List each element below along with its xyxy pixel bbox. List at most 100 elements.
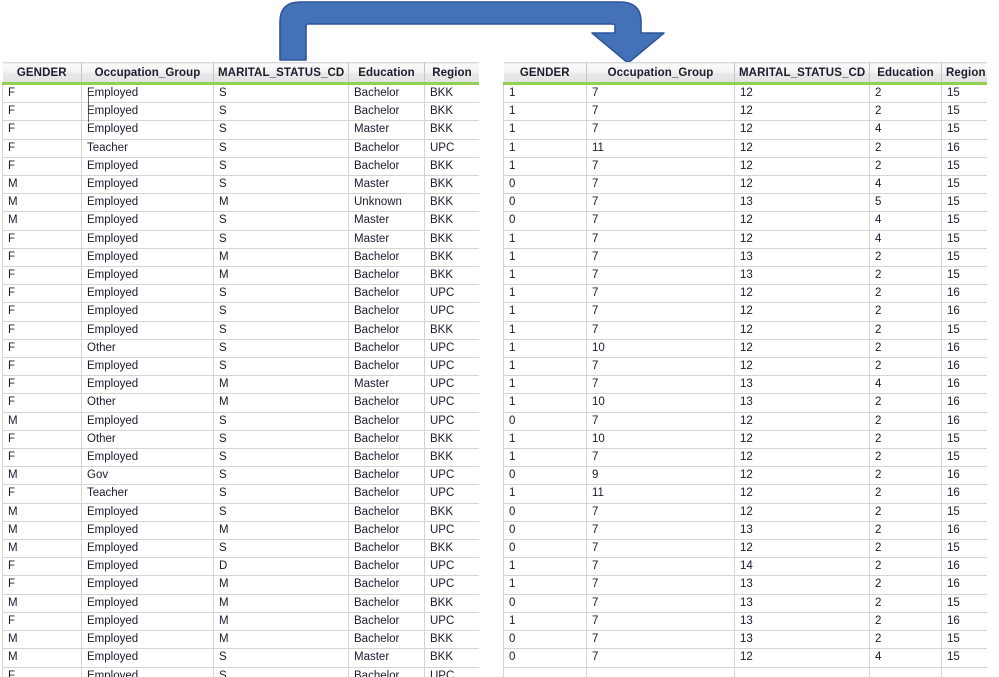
- table-cell[interactable]: Teacher: [81, 484, 214, 504]
- categorical-values-table-container[interactable]: GENDER Occupation_Group MARITAL_STATUS_C…: [2, 62, 479, 677]
- table-cell[interactable]: M: [2, 466, 82, 486]
- table-cell[interactable]: 7: [586, 594, 735, 613]
- table-row[interactable]: 1 7 12 2 15: [503, 157, 987, 177]
- table-cell[interactable]: 1: [503, 448, 587, 468]
- table-cell[interactable]: 7: [586, 157, 735, 177]
- table-row[interactable]: F Other M Bachelor UPC: [2, 393, 479, 413]
- table-cell[interactable]: 2: [869, 521, 942, 541]
- table-cell[interactable]: F: [2, 357, 82, 377]
- table-cell[interactable]: 7: [586, 503, 735, 522]
- table-cell[interactable]: Employed: [81, 302, 214, 322]
- table-cell[interactable]: Master: [348, 375, 425, 395]
- table-row[interactable]: 1 7 13 4 16: [503, 375, 987, 395]
- table-cell[interactable]: 12: [734, 83, 870, 104]
- table-cell[interactable]: Bachelor: [348, 339, 425, 359]
- table-cell[interactable]: 1: [503, 284, 587, 304]
- table-cell[interactable]: Bachelor: [348, 521, 425, 541]
- table-cell[interactable]: BKK: [424, 503, 479, 522]
- table-cell[interactable]: 1: [503, 248, 587, 268]
- table-cell[interactable]: 12: [734, 412, 870, 431]
- table-cell[interactable]: Master: [348, 120, 425, 140]
- table-cell[interactable]: BKK: [424, 248, 479, 268]
- table-cell[interactable]: BKK: [424, 630, 479, 650]
- table-cell[interactable]: 15: [941, 266, 987, 286]
- table-cell[interactable]: M: [2, 193, 82, 213]
- table-cell[interactable]: BKK: [424, 83, 479, 104]
- table-cell[interactable]: [869, 667, 942, 677]
- table-cell[interactable]: UPC: [424, 357, 479, 377]
- table-cell[interactable]: 2: [869, 248, 942, 268]
- table-cell[interactable]: 2: [869, 357, 942, 377]
- table-cell[interactable]: BKK: [424, 448, 479, 468]
- table-cell[interactable]: UPC: [424, 412, 479, 431]
- table-cell[interactable]: F: [2, 157, 82, 177]
- table-cell[interactable]: S: [213, 120, 349, 140]
- table-cell[interactable]: 4: [869, 648, 942, 668]
- table-cell[interactable]: 16: [941, 575, 987, 595]
- table-cell[interactable]: 12: [734, 284, 870, 304]
- table-cell[interactable]: Other: [81, 430, 214, 450]
- table-cell[interactable]: 7: [586, 211, 735, 231]
- table-cell[interactable]: UPC: [424, 393, 479, 413]
- table-cell[interactable]: Bachelor: [348, 557, 425, 577]
- table-cell[interactable]: Bachelor: [348, 448, 425, 468]
- table-cell[interactable]: Bachelor: [348, 484, 425, 504]
- table-row[interactable]: M Employed S Bachelor UPC: [2, 412, 479, 431]
- table-cell[interactable]: S: [213, 648, 349, 668]
- table-row[interactable]: F Employed M Master UPC: [2, 375, 479, 395]
- table-cell[interactable]: 0: [503, 211, 587, 231]
- table-cell[interactable]: Employed: [81, 102, 214, 122]
- table-cell[interactable]: F: [2, 120, 82, 140]
- column-header-marital-status-cd[interactable]: MARITAL_STATUS_CD: [734, 62, 870, 85]
- table-cell[interactable]: 7: [586, 284, 735, 304]
- table-cell[interactable]: Employed: [81, 412, 214, 431]
- table-cell[interactable]: 1: [503, 484, 587, 504]
- table-cell[interactable]: BKK: [424, 648, 479, 668]
- table-row[interactable]: F Employed S Bachelor UPC: [2, 284, 479, 304]
- table-cell[interactable]: M: [2, 503, 82, 522]
- table-cell[interactable]: 13: [734, 248, 870, 268]
- table-cell[interactable]: 7: [586, 120, 735, 140]
- table-row[interactable]: 1 7 13 2 15: [503, 248, 987, 268]
- table-cell[interactable]: S: [213, 339, 349, 359]
- table-cell[interactable]: UPC: [424, 484, 479, 504]
- table-row[interactable]: 0 7 13 2 16: [503, 521, 987, 541]
- table-cell[interactable]: 0: [503, 412, 587, 431]
- table-cell[interactable]: F: [2, 302, 82, 322]
- table-cell[interactable]: [941, 667, 987, 677]
- table-cell[interactable]: Employed: [81, 193, 214, 213]
- table-cell[interactable]: 15: [941, 102, 987, 122]
- table-row[interactable]: M Employed S Master BKK: [2, 211, 479, 231]
- table-row[interactable]: 1 7 13 2 16: [503, 575, 987, 595]
- table-cell[interactable]: 12: [734, 430, 870, 450]
- table-row[interactable]: 1 10 12 2 16: [503, 339, 987, 359]
- table-cell[interactable]: F: [2, 448, 82, 468]
- table-cell[interactable]: 2: [869, 484, 942, 504]
- table-cell[interactable]: 0: [503, 648, 587, 668]
- table-cell[interactable]: 5: [869, 193, 942, 213]
- table-row[interactable]: 1 7 12 2 16: [503, 302, 987, 322]
- table-cell[interactable]: Employed: [81, 448, 214, 468]
- table-cell[interactable]: Bachelor: [348, 412, 425, 431]
- table-cell[interactable]: 7: [586, 648, 735, 668]
- table-cell[interactable]: 2: [869, 266, 942, 286]
- table-cell[interactable]: 12: [734, 321, 870, 340]
- table-cell[interactable]: 10: [586, 430, 735, 450]
- table-cell[interactable]: Employed: [81, 648, 214, 668]
- table-cell[interactable]: Employed: [81, 594, 214, 613]
- table-cell[interactable]: 0: [503, 630, 587, 650]
- table-cell[interactable]: Bachelor: [348, 466, 425, 486]
- table-cell[interactable]: F: [2, 612, 82, 632]
- table-cell[interactable]: M: [213, 266, 349, 286]
- table-cell[interactable]: 7: [586, 248, 735, 268]
- table-cell[interactable]: M: [213, 630, 349, 650]
- table-cell[interactable]: 16: [941, 484, 987, 504]
- table-row[interactable]: F Teacher S Bachelor UPC: [2, 139, 479, 158]
- table-cell[interactable]: 15: [941, 157, 987, 177]
- table-cell[interactable]: Master: [348, 175, 425, 195]
- table-cell[interactable]: Bachelor: [348, 503, 425, 522]
- table-cell[interactable]: Employed: [81, 375, 214, 395]
- table-cell[interactable]: Employed: [81, 266, 214, 286]
- table-cell[interactable]: S: [213, 503, 349, 522]
- column-header-region[interactable]: Region: [424, 62, 479, 85]
